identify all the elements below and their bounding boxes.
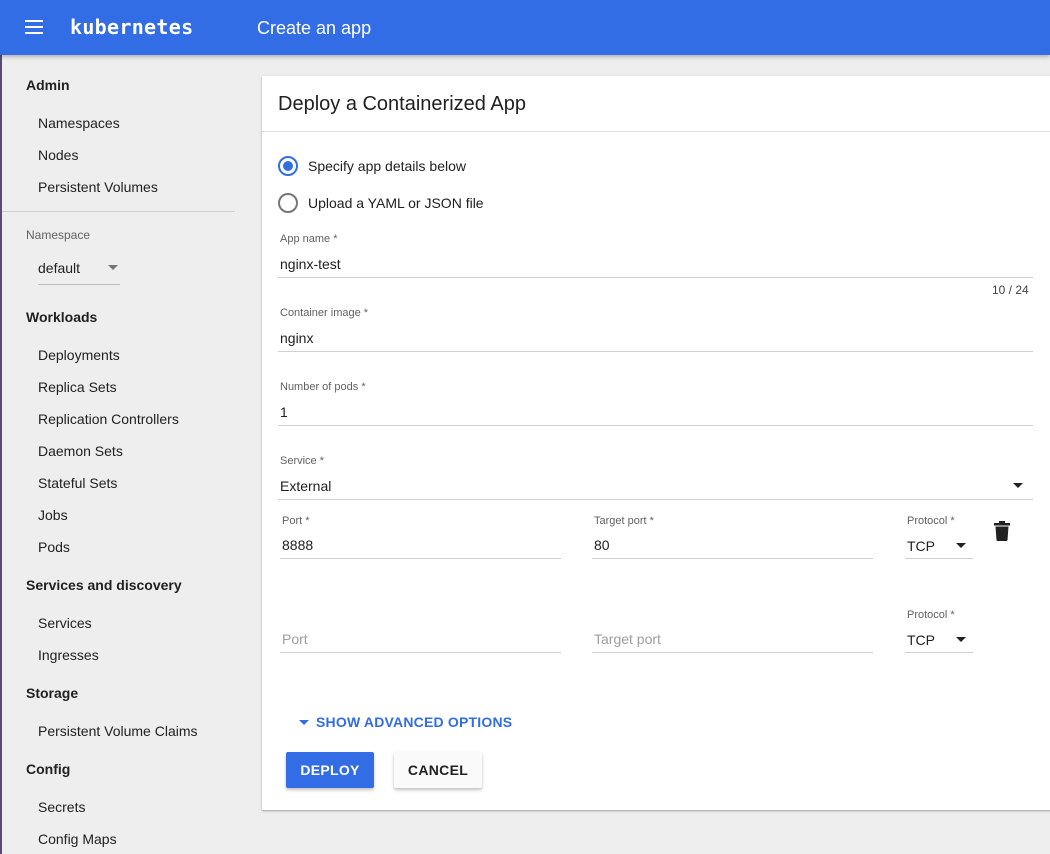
namespace-label: Namespace xyxy=(26,228,91,242)
protocol-select-1[interactable]: Protocol * TCP xyxy=(905,515,973,561)
target-port-label: Target port * xyxy=(594,515,654,527)
sidebar-item-nodes[interactable]: Nodes xyxy=(38,147,78,163)
nav-section-storage[interactable]: Storage xyxy=(26,685,78,701)
chevron-down-icon xyxy=(956,543,966,548)
target-port-field-2 xyxy=(592,609,873,655)
page-title: Create an app xyxy=(257,18,372,38)
namespace-select[interactable]: default xyxy=(38,255,120,285)
protocol-value-1: TCP xyxy=(907,538,935,554)
chevron-down-icon xyxy=(108,265,118,270)
port-label: Port * xyxy=(282,515,310,527)
cancel-button[interactable]: CANCEL xyxy=(394,752,482,788)
deploy-button[interactable]: DEPLOY xyxy=(286,752,374,788)
nav-section-admin[interactable]: Admin xyxy=(26,77,70,93)
protocol-select-2[interactable]: Protocol * TCP xyxy=(905,609,973,655)
app-name-field: App name * 10 / 24 xyxy=(278,233,1033,297)
sidebar-nav: Admin Namespaces Nodes Persistent Volume… xyxy=(0,55,252,854)
container-image-input[interactable] xyxy=(278,325,1033,352)
protocol-label: Protocol * xyxy=(907,609,955,621)
sidebar-divider xyxy=(2,211,235,212)
container-image-label: Container image * xyxy=(280,307,369,319)
target-port-input-1[interactable] xyxy=(592,531,873,559)
port-field-1: Port * xyxy=(280,515,561,561)
protocol-select-box-1[interactable]: TCP xyxy=(905,531,973,559)
nav-section-config[interactable]: Config xyxy=(26,761,70,777)
sidebar-item-jobs[interactable]: Jobs xyxy=(38,507,68,523)
chevron-down-icon xyxy=(956,637,966,642)
sidebar-item-config-maps[interactable]: Config Maps xyxy=(38,831,117,847)
sidebar-item-replication-controllers[interactable]: Replication Controllers xyxy=(38,411,179,427)
sidebar-item-daemon-sets[interactable]: Daemon Sets xyxy=(38,443,123,459)
card-title: Deploy a Containerized App xyxy=(278,93,526,115)
sidebar-item-deployments[interactable]: Deployments xyxy=(38,347,120,363)
radio-label: Upload a YAML or JSON file xyxy=(308,195,484,211)
sidebar-item-ingresses[interactable]: Ingresses xyxy=(38,647,99,663)
trash-icon[interactable] xyxy=(994,521,1010,541)
port-field-2 xyxy=(280,609,561,655)
top-app-bar: kubernetes Create an app xyxy=(0,0,1050,55)
pods-input[interactable] xyxy=(278,399,1033,426)
protocol-label: Protocol * xyxy=(907,515,955,527)
sidebar-item-replica-sets[interactable]: Replica Sets xyxy=(38,379,117,395)
sidebar-item-stateful-sets[interactable]: Stateful Sets xyxy=(38,475,117,491)
service-select[interactable]: Service * External xyxy=(278,455,1033,501)
sidebar-item-namespaces[interactable]: Namespaces xyxy=(38,115,120,131)
sidebar-item-services[interactable]: Services xyxy=(38,615,92,631)
sidebar-item-secrets[interactable]: Secrets xyxy=(38,799,85,815)
app-name-counter: 10 / 24 xyxy=(992,283,1029,297)
protocol-value-2: TCP xyxy=(907,632,935,648)
sidebar-item-persistent-volume-claims[interactable]: Persistent Volume Claims xyxy=(38,723,198,739)
card-divider xyxy=(262,131,1050,132)
caret-down-icon xyxy=(299,720,309,725)
deploy-card: Deploy a Containerized App Specify app d… xyxy=(262,76,1050,810)
service-value: External xyxy=(280,478,332,494)
port-input-1[interactable] xyxy=(280,531,561,559)
namespace-value: default xyxy=(38,260,81,276)
target-port-field-1: Target port * xyxy=(592,515,873,561)
app-name-input[interactable] xyxy=(278,251,1033,278)
hamburger-menu-icon[interactable] xyxy=(22,17,48,39)
show-advanced-options-label: SHOW ADVANCED OPTIONS xyxy=(316,714,513,730)
service-select-box[interactable]: External xyxy=(278,473,1033,500)
app-name-label: App name * xyxy=(280,233,338,245)
container-image-field: Container image * xyxy=(278,307,1033,353)
target-port-input-2[interactable] xyxy=(592,625,873,653)
nav-section-workloads[interactable]: Workloads xyxy=(26,309,97,325)
brand-logo[interactable]: kubernetes xyxy=(70,15,193,39)
service-label: Service * xyxy=(280,455,325,467)
sidebar-item-pods[interactable]: Pods xyxy=(38,539,70,555)
protocol-select-box-2[interactable]: TCP xyxy=(905,625,973,653)
radio-button-unchecked[interactable] xyxy=(278,193,298,213)
pods-label: Number of pods * xyxy=(280,381,366,393)
sidebar-item-persistent-volumes[interactable]: Persistent Volumes xyxy=(38,179,158,195)
nav-section-services[interactable]: Services and discovery xyxy=(26,577,182,593)
radio-button-checked[interactable] xyxy=(278,156,298,176)
chevron-down-icon xyxy=(1013,483,1023,488)
port-input-2[interactable] xyxy=(280,625,561,653)
radio-label: Specify app details below xyxy=(308,158,466,174)
pods-field: Number of pods * xyxy=(278,381,1033,427)
